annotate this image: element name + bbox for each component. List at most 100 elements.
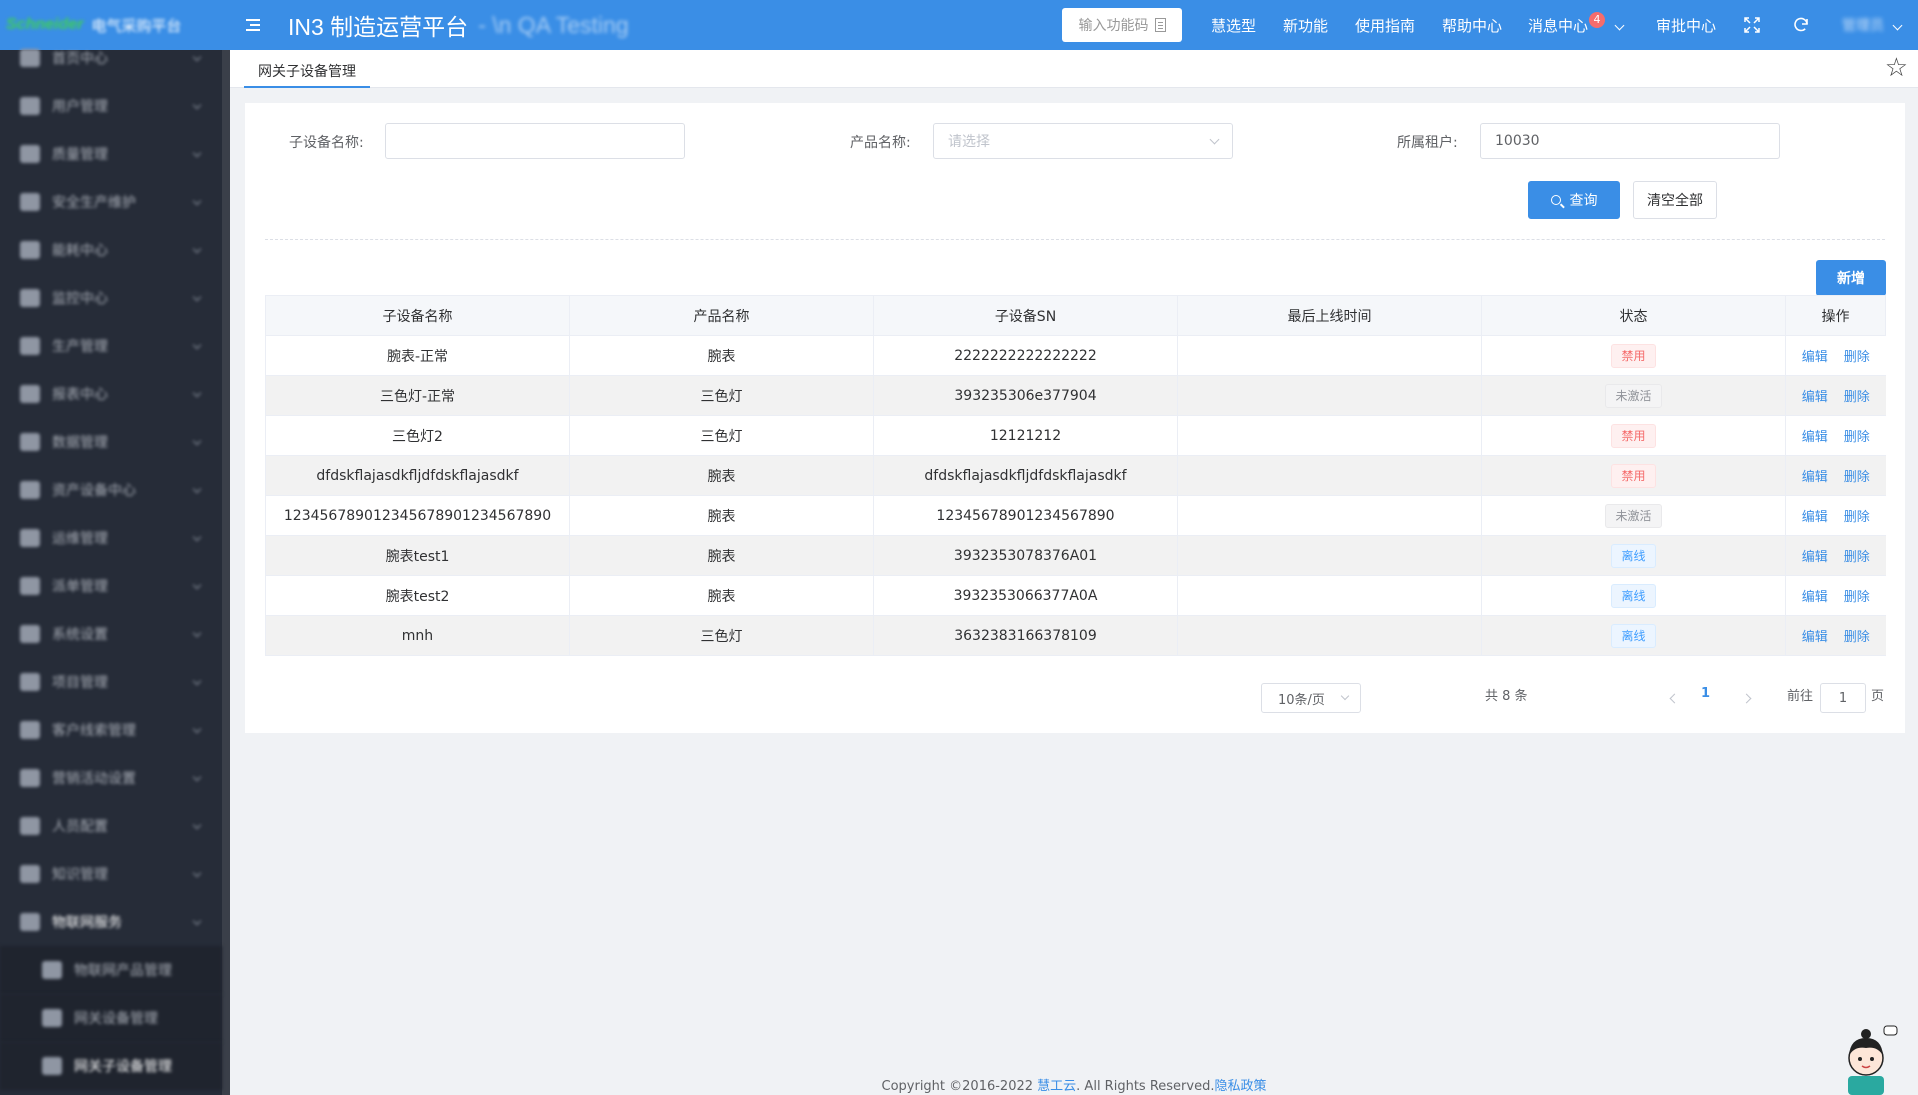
chevron-down-icon xyxy=(192,580,202,590)
sidebar-item-15[interactable]: 营销活动设置 xyxy=(0,754,222,802)
sidebar-scrollbar[interactable] xyxy=(222,50,230,1095)
nav-help-center[interactable]: 帮助中心 xyxy=(1442,0,1502,50)
sidebar-item-8[interactable]: 数据管理 xyxy=(0,418,222,466)
sidebar-item-17[interactable]: 知识管理 xyxy=(0,850,222,898)
sidebar-subitem-0[interactable]: 物联网产品管理 xyxy=(0,946,222,994)
cell-product-name: 三色灯 xyxy=(569,615,874,656)
status-badge: 未激活 xyxy=(1605,503,1662,528)
sidebar-item-9[interactable]: 资产设备中心 xyxy=(0,466,222,514)
tenant-input[interactable]: 10030 xyxy=(1480,123,1780,159)
page-size-select[interactable]: 10条/页 xyxy=(1261,683,1361,713)
next-page-icon[interactable] xyxy=(1741,693,1752,704)
sidebar-item-11[interactable]: 派单管理 xyxy=(0,562,222,610)
chevron-down-icon xyxy=(192,388,202,398)
sidebar-item-3[interactable]: 安全生产维护 xyxy=(0,178,222,226)
cell-actions: 编辑 删除 xyxy=(1785,375,1886,416)
function-code-input[interactable]: 输入功能码 xyxy=(1062,8,1182,42)
company-link[interactable]: 慧工云 xyxy=(1037,1079,1076,1094)
cell-subdevice-name: mnh xyxy=(265,615,570,656)
column-header: 子设备名称 xyxy=(265,295,570,336)
fullscreen-icon[interactable] xyxy=(1744,0,1760,50)
edit-link[interactable]: 编辑 xyxy=(1802,510,1828,525)
product-name-select[interactable]: 请选择 xyxy=(933,123,1233,159)
delete-link[interactable]: 删除 xyxy=(1844,350,1870,365)
nav-user-guide[interactable]: 使用指南 xyxy=(1355,0,1415,50)
sidebar-item-18[interactable]: 物联网服务 xyxy=(0,898,222,946)
cell-status: 离线 xyxy=(1481,535,1786,576)
cell-subdevice-name: 腕表-正常 xyxy=(265,335,570,376)
content-card: 子设备名称: 产品名称: 请选择 所属租户: 10030 查询 清空全部 新增 … xyxy=(245,103,1905,733)
sidebar-item-1[interactable]: 用户管理 xyxy=(0,82,222,130)
cell-subdevice-sn: 3632383166378109 xyxy=(873,615,1178,656)
sidebar-item-label: 质量管理 xyxy=(52,147,108,163)
cell-last-online xyxy=(1177,615,1482,656)
assistant-avatar-icon[interactable] xyxy=(1838,1020,1898,1095)
message-dropdown[interactable] xyxy=(1614,0,1625,50)
cell-product-name: 三色灯 xyxy=(569,415,874,456)
privacy-policy-link[interactable]: 隐私政策 xyxy=(1214,1079,1266,1094)
edit-link[interactable]: 编辑 xyxy=(1802,550,1828,565)
sidebar-item-2[interactable]: 质量管理 xyxy=(0,130,222,178)
sidebar-item-14[interactable]: 客户线索管理 xyxy=(0,706,222,754)
nav-new-features[interactable]: 新功能 xyxy=(1283,0,1328,50)
nav-product-select[interactable]: 慧选型 xyxy=(1211,0,1256,50)
favorite-star-icon[interactable]: ☆ xyxy=(1885,55,1908,81)
prev-page-icon[interactable] xyxy=(1669,693,1680,704)
menu-toggle-icon[interactable] xyxy=(244,19,264,31)
sidebar-item-12[interactable]: 系统设置 xyxy=(0,610,222,658)
sidebar-item-icon xyxy=(20,145,40,163)
cell-actions: 编辑 删除 xyxy=(1785,335,1886,376)
chevron-down-icon xyxy=(1614,20,1625,30)
page-number-current[interactable]: 1 xyxy=(1701,686,1710,701)
delete-link[interactable]: 删除 xyxy=(1844,590,1870,605)
sidebar-item-label: 派单管理 xyxy=(52,579,108,595)
edit-link[interactable]: 编辑 xyxy=(1802,350,1828,365)
sidebar-item-0[interactable]: 首页中心 xyxy=(0,34,222,82)
edit-link[interactable]: 编辑 xyxy=(1802,430,1828,445)
brand-logo: Schneider xyxy=(6,16,84,33)
query-button[interactable]: 查询 xyxy=(1528,181,1620,219)
divider xyxy=(265,239,1885,240)
status-badge: 禁用 xyxy=(1611,343,1656,368)
sidebar-item-13[interactable]: 项目管理 xyxy=(0,658,222,706)
nav-approval-center[interactable]: 审批中心 xyxy=(1656,0,1716,50)
delete-link[interactable]: 删除 xyxy=(1844,550,1870,565)
sidebar-item-5[interactable]: 监控中心 xyxy=(0,274,222,322)
sidebar-item-icon xyxy=(20,433,40,451)
sidebar-subitem-label: 网关子设备管理 xyxy=(74,1059,172,1075)
chevron-down-icon xyxy=(192,772,202,782)
sidebar-subitem-2[interactable]: 网关子设备管理 xyxy=(0,1042,222,1090)
edit-link[interactable]: 编辑 xyxy=(1802,470,1828,485)
edit-link[interactable]: 编辑 xyxy=(1802,390,1828,405)
cell-product-name: 腕表 xyxy=(569,455,874,496)
chevron-down-icon xyxy=(192,52,202,62)
goto-page-input[interactable]: 1 xyxy=(1820,683,1866,713)
nav-message-center[interactable]: 消息中心 xyxy=(1528,0,1588,50)
edit-link[interactable]: 编辑 xyxy=(1802,630,1828,645)
sidebar-subitem-1[interactable]: 网关设备管理 xyxy=(0,994,222,1042)
delete-link[interactable]: 删除 xyxy=(1844,390,1870,405)
sidebar-item-10[interactable]: 运维管理 xyxy=(0,514,222,562)
refresh-icon[interactable] xyxy=(1792,0,1810,50)
delete-link[interactable]: 删除 xyxy=(1844,630,1870,645)
sidebar-item-4[interactable]: 能耗中心 xyxy=(0,226,222,274)
subdevice-name-input[interactable] xyxy=(385,123,685,159)
document-icon xyxy=(1154,18,1166,32)
clear-all-button[interactable]: 清空全部 xyxy=(1633,181,1717,219)
cell-product-name: 三色灯 xyxy=(569,375,874,416)
table-row: 腕表-正常 腕表 2222222222222222 禁用 编辑 删除 xyxy=(265,335,1886,376)
sidebar-item-label: 安全生产维护 xyxy=(52,195,136,211)
tab-gateway-subdevice[interactable]: 网关子设备管理 xyxy=(244,55,370,88)
chevron-down-icon xyxy=(192,916,202,926)
tenant-label: 所属租户: xyxy=(1397,135,1458,151)
delete-link[interactable]: 删除 xyxy=(1844,430,1870,445)
user-menu[interactable]: 管理员 xyxy=(1842,0,1903,50)
cell-status: 离线 xyxy=(1481,575,1786,616)
delete-link[interactable]: 删除 xyxy=(1844,470,1870,485)
sidebar-item-16[interactable]: 人员配置 xyxy=(0,802,222,850)
edit-link[interactable]: 编辑 xyxy=(1802,590,1828,605)
delete-link[interactable]: 删除 xyxy=(1844,510,1870,525)
sidebar-item-6[interactable]: 生产管理 xyxy=(0,322,222,370)
sidebar-item-7[interactable]: 报表中心 xyxy=(0,370,222,418)
add-button[interactable]: 新增 xyxy=(1816,260,1886,296)
